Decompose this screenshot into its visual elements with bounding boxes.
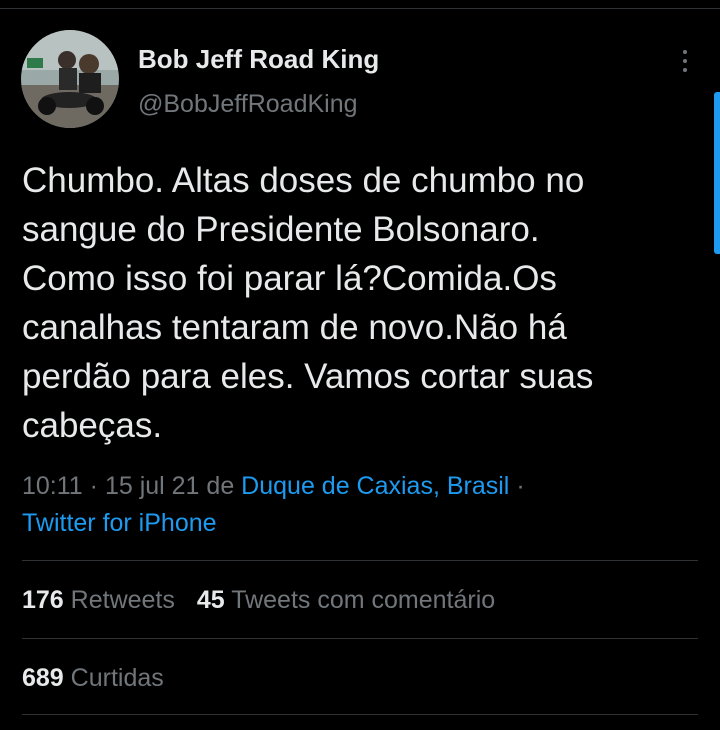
retweets-label: Retweets	[63, 586, 175, 614]
tweet-meta: 10:11 · 15 jul 21 de Duque de Caxias, Br…	[22, 468, 525, 542]
likes-label: Curtidas	[63, 664, 164, 692]
divider	[22, 560, 698, 561]
tweet-text-line: Chumbo. Altas doses de chumbo no	[22, 161, 585, 200]
avatar[interactable]	[21, 30, 119, 128]
tweet-text-line: canalhas tentaram de novo.Não há	[22, 308, 567, 347]
tweet-date[interactable]: 15 jul 21	[105, 472, 200, 500]
divider	[22, 714, 698, 715]
tweet-text-line: perdão para eles. Vamos cortar suas	[22, 357, 594, 396]
display-name[interactable]: Bob Jeff Road King	[138, 44, 379, 75]
more-options-button[interactable]	[672, 46, 698, 76]
tweet-text-line: Como isso foi parar lá?Comida.Os	[22, 259, 557, 298]
likes-count: 689	[22, 664, 64, 692]
location-prefix: de	[199, 472, 242, 500]
likes-stat[interactable]: 689 Curtidas	[22, 664, 164, 693]
meta-separator: ·	[509, 472, 525, 500]
scroll-indicator[interactable]	[714, 92, 720, 254]
author-handle[interactable]: @BobJeffRoadKing	[138, 90, 358, 119]
quote-tweets-stat[interactable]: 45 Tweets com comentário	[197, 586, 495, 614]
top-divider	[0, 8, 720, 9]
meta-separator: ·	[82, 472, 105, 500]
quote-tweets-label: Tweets com comentário	[224, 586, 496, 614]
engagement-stats: 176 Retweets 45 Tweets com comentário	[22, 586, 495, 615]
tweet-text: Chumbo. Altas doses de chumbo no sangue …	[22, 156, 692, 450]
location-link[interactable]: Duque de Caxias, Brasil	[241, 472, 509, 500]
retweets-count: 176	[22, 586, 64, 614]
tweet-text-line: sangue do Presidente Bolsonaro.	[22, 210, 540, 249]
tweet-time[interactable]: 10:11	[22, 472, 83, 500]
source-link[interactable]: Twitter for iPhone	[22, 509, 217, 537]
divider	[22, 638, 698, 639]
retweets-stat[interactable]: 176 Retweets	[22, 586, 175, 614]
tweet-text-line: cabeças.	[22, 406, 163, 445]
quote-tweets-count: 45	[196, 586, 225, 614]
